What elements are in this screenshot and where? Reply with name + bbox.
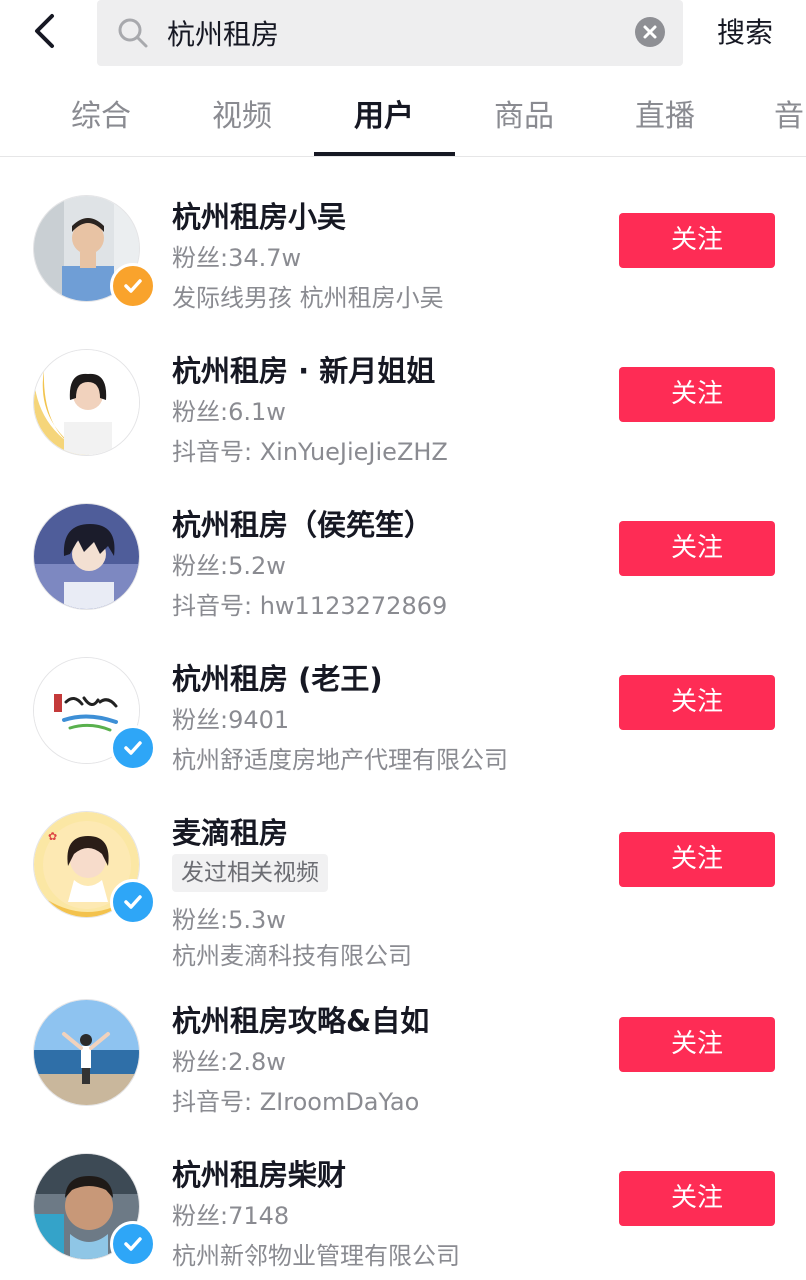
user-detail: 抖音号: hw1123272869 — [172, 592, 448, 620]
user-list-item[interactable]: 杭州租房 · 新月姐姐 粉丝:6.1w 抖音号: XinYueJieJieZHZ… — [0, 346, 806, 476]
follow-button[interactable]: 关注 — [619, 367, 775, 422]
user-fans-count: 粉丝:2.8w — [172, 1048, 286, 1076]
user-fans-count: 粉丝:6.1w — [172, 398, 286, 426]
user-fans-count: 粉丝:9401 — [172, 706, 290, 734]
clear-icon[interactable] — [634, 16, 666, 48]
avatar[interactable] — [33, 999, 140, 1106]
search-input[interactable] — [167, 11, 607, 55]
svg-text:✿: ✿ — [48, 830, 57, 843]
verified-badge — [110, 263, 156, 309]
user-name: 杭州租房小吴 — [172, 200, 347, 234]
tab-videos[interactable]: 视频 — [172, 94, 312, 140]
avatar[interactable] — [33, 503, 140, 610]
user-list-item[interactable]: 杭州租房（侯筅笙） 粉丝:5.2w 抖音号: hw1123272869 关注 — [0, 500, 806, 630]
verified-badge — [110, 1221, 156, 1267]
user-list-item[interactable]: 杭州租房 (老王) 粉丝:9401 杭州舒适度房地产代理有限公司 关注 — [0, 654, 806, 784]
user-name: 杭州租房 · 新月姐姐 — [172, 354, 436, 388]
follow-button[interactable]: 关注 — [619, 521, 775, 576]
follow-button[interactable]: 关注 — [619, 675, 775, 730]
follow-button[interactable]: 关注 — [619, 213, 775, 268]
active-tab-indicator — [314, 152, 455, 156]
verified-badge — [110, 879, 156, 925]
tab-live[interactable]: 直播 — [595, 94, 735, 140]
follow-button[interactable]: 关注 — [619, 832, 775, 887]
search-header: 搜索 — [0, 0, 806, 80]
back-button[interactable] — [22, 8, 68, 54]
user-list-item[interactable]: 杭州租房柴财 粉丝:7148 杭州新邻物业管理有限公司 关注 — [0, 1150, 806, 1280]
search-box[interactable] — [97, 0, 683, 66]
user-detail: 抖音号: XinYueJieJieZHZ — [172, 438, 448, 466]
follow-button[interactable]: 关注 — [619, 1171, 775, 1226]
chevron-left-icon — [35, 14, 54, 48]
user-fans-count: 粉丝:7148 — [172, 1202, 290, 1230]
user-detail: 杭州舒适度房地产代理有限公司 — [172, 746, 508, 774]
tab-products[interactable]: 商品 — [454, 94, 594, 140]
tab-comprehensive[interactable]: 综合 — [31, 94, 171, 140]
user-list-item[interactable]: ✿ 麦滴租房 发过相关视频 粉丝:5.3w 杭州麦滴科技有限公司 关注 — [0, 808, 806, 970]
user-detail: 杭州麦滴科技有限公司 — [172, 942, 412, 970]
check-icon — [124, 741, 142, 755]
user-detail: 抖音号: ZIroomDaYao — [172, 1088, 420, 1116]
user-detail: 发际线男孩 杭州租房小吴 — [172, 284, 444, 312]
user-detail: 杭州新邻物业管理有限公司 — [172, 1242, 460, 1270]
verified-badge — [110, 725, 156, 771]
user-fans-count: 粉丝:34.7w — [172, 244, 302, 272]
check-icon — [124, 895, 142, 909]
check-icon — [124, 1237, 142, 1251]
user-list-item[interactable]: 杭州租房小吴 粉丝:34.7w 发际线男孩 杭州租房小吴 关注 — [0, 192, 806, 322]
user-fans-count: 粉丝:5.2w — [172, 552, 286, 580]
user-fans-count: 粉丝:5.3w — [172, 906, 286, 934]
user-name: 杭州租房 (老王) — [172, 662, 383, 696]
user-list-item[interactable]: 杭州租房攻略&自如 粉丝:2.8w 抖音号: ZIroomDaYao 关注 — [0, 996, 806, 1126]
user-name: 麦滴租房 — [172, 816, 289, 850]
tab-users[interactable]: 用户 — [314, 94, 454, 140]
search-button[interactable]: 搜索 — [700, 10, 790, 56]
avatar[interactable] — [33, 349, 140, 456]
check-icon — [124, 279, 142, 293]
user-name: 杭州租房柴财 — [172, 1158, 347, 1192]
search-tabs: 综合 视频 用户 商品 直播 音 — [0, 80, 806, 157]
tab-music[interactable]: 音 — [736, 94, 806, 140]
user-name: 杭州租房攻略&自如 — [172, 1004, 430, 1038]
search-icon — [118, 18, 148, 48]
user-name: 杭州租房（侯筅笙） — [172, 508, 434, 542]
related-video-tag: 发过相关视频 — [172, 854, 328, 892]
follow-button[interactable]: 关注 — [619, 1017, 775, 1072]
